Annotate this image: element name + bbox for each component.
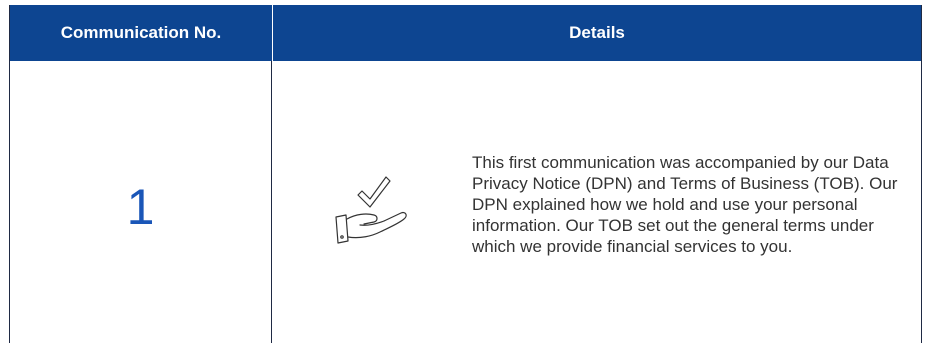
header-communication-no: Communication No. <box>60 23 222 42</box>
table-header-row: Communication No. Details <box>10 5 921 61</box>
table-row: 1 This first communication was accompani… <box>10 61 921 343</box>
hand-checkmark-icon <box>335 176 407 244</box>
communications-table: Communication No. Details 1 This first c… <box>9 5 922 343</box>
communication-details-text: This first communication was accompanied… <box>472 153 898 256</box>
header-details: Details <box>272 5 921 61</box>
details-cell: This first communication was accompanied… <box>272 61 921 343</box>
communication-number-cell: 1 <box>10 61 272 343</box>
communication-number: 1 <box>126 179 155 235</box>
